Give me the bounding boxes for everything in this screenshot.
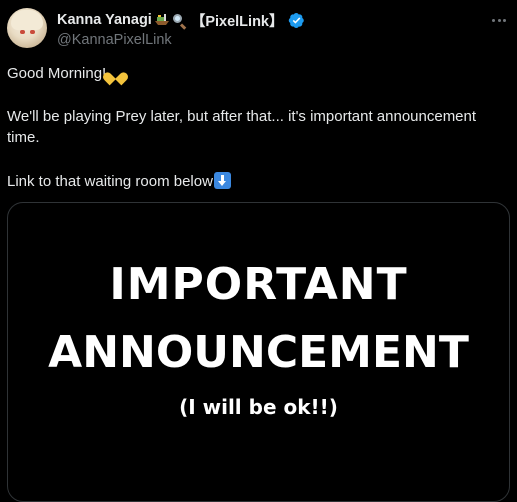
avatar-eye-left [20, 30, 25, 34]
tweet-text-line-2: We'll be playing Prey later, but after t… [7, 108, 477, 146]
tweet-text-line-1: Good Morning! [7, 63, 507, 84]
more-options-icon[interactable] [489, 10, 509, 30]
heart-hands-emoji-icon [107, 65, 125, 81]
tweet-post: Kanna Yanagi 【PixelLink】 @KannaPixelLink… [0, 0, 517, 502]
tweet-media-image[interactable]: IMPORTANT ANNOUNCEMENT (I will be ok!!) [7, 202, 510, 502]
tweet-link-note: Link to that waiting room below [7, 173, 213, 190]
author-org: 【PixelLink】 [190, 13, 284, 30]
avatar-hair [11, 10, 43, 30]
author-name-row: Kanna Yanagi 【PixelLink】 [57, 11, 305, 30]
avatar-eye-right [30, 30, 35, 34]
magnifier-icon [172, 13, 187, 30]
verified-badge-icon [288, 12, 304, 28]
media-headline-1: IMPORTANT [109, 259, 408, 310]
media-subline: (I will be ok!!) [179, 395, 338, 419]
media-headline-2: ANNOUNCEMENT [48, 327, 469, 378]
author-display-name[interactable]: Kanna Yanagi [57, 12, 152, 28]
tweet-greeting: Good Morning! [7, 65, 107, 82]
avatar[interactable] [7, 8, 47, 48]
author-handle[interactable]: @KannaPixelLink [57, 32, 172, 48]
down-arrow-emoji-icon [213, 172, 231, 189]
tweet-text-line-3: Link to that waiting room below [7, 171, 507, 192]
boat-icon [154, 12, 170, 28]
